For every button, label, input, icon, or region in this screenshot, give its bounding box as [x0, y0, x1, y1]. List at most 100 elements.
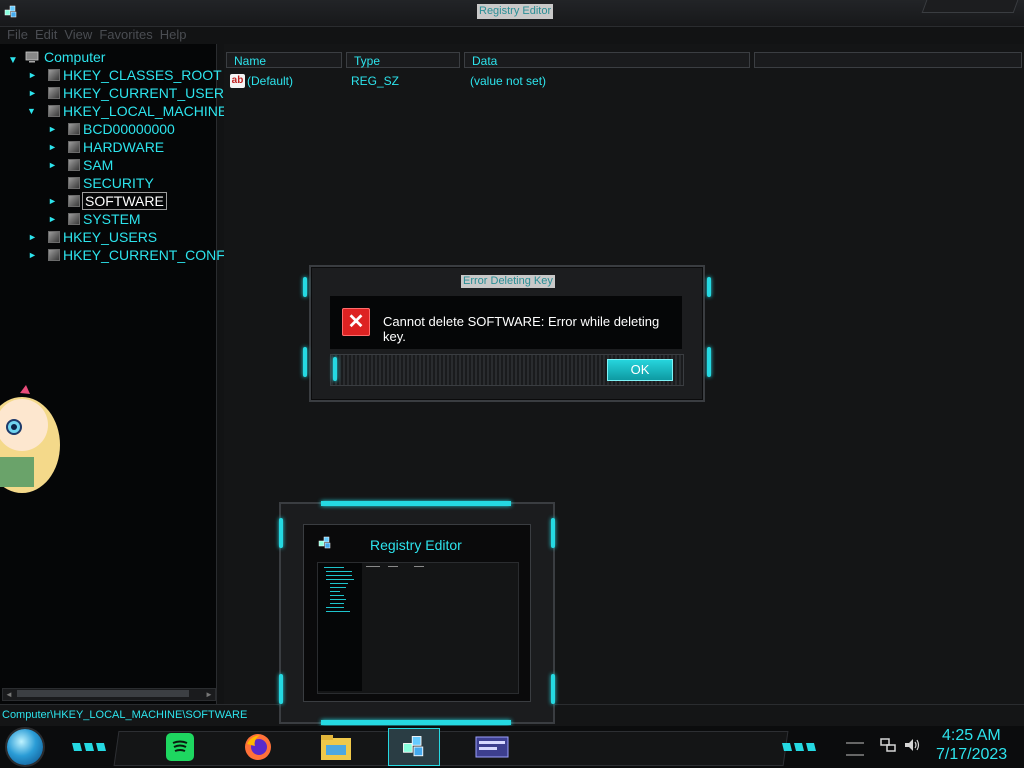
preview-line — [324, 567, 344, 568]
value-name[interactable]: (Default) — [247, 74, 293, 88]
tree-item-security[interactable]: SECURITY — [68, 175, 154, 192]
tree-label: SAM — [83, 157, 114, 173]
dialog-deco-strip — [707, 277, 711, 297]
taskbar — [0, 726, 1024, 768]
scrollbar-thumb[interactable] — [17, 690, 189, 697]
taskbar-firefox[interactable] — [236, 728, 280, 766]
clock-time[interactable]: 4:25 AM — [942, 727, 1001, 745]
tree-item-software[interactable]: ► SOFTWARE — [48, 192, 167, 210]
taskbar-system-info[interactable] — [470, 728, 514, 766]
tree-label: HARDWARE — [83, 139, 165, 155]
title-bar: Registry Editor — [0, 0, 1024, 27]
menu-bar: File Edit View Favorites Help — [0, 26, 224, 43]
preview-screenshot — [317, 562, 519, 694]
taskbar-deco-left — [72, 738, 112, 751]
taskbar-registry-editor-active[interactable] — [388, 728, 440, 766]
window-controls[interactable] — [921, 0, 1019, 13]
tree-item-computer[interactable]: ▼ Computer — [8, 49, 106, 66]
collapse-icon[interactable]: ▼ — [27, 103, 36, 120]
preview-line — [326, 579, 354, 580]
preview-line — [326, 611, 350, 612]
expand-icon[interactable]: ► — [48, 121, 57, 138]
tree-item-hkey-classes-root[interactable]: ► HKEY_CLASSES_ROOT — [28, 67, 222, 84]
registry-editor-icon[interactable] — [3, 4, 19, 20]
menu-file[interactable]: File — [7, 26, 28, 43]
expand-icon[interactable]: ► — [48, 139, 57, 156]
expand-icon[interactable]: ► — [48, 211, 57, 228]
expand-icon[interactable]: ► — [28, 85, 37, 102]
system-info-icon — [475, 736, 509, 758]
volume-icon[interactable] — [904, 738, 920, 752]
ok-button[interactable]: OK — [607, 359, 673, 381]
collapse-icon[interactable]: ▼ — [8, 52, 18, 66]
preview-deco-bottom — [321, 720, 511, 725]
tree-label: HKEY_CLASSES_ROOT — [63, 67, 222, 83]
tree-label: BCD00000000 — [83, 121, 175, 137]
preview-deco-strip — [551, 518, 555, 548]
folder-icon — [68, 213, 80, 225]
registry-editor-icon — [318, 536, 331, 549]
tree-label: HKEY_CURRENT_CONFI — [63, 247, 229, 263]
string-value-icon: ab — [230, 74, 245, 88]
preview-line — [326, 571, 352, 572]
taskbar-thumbnail-preview[interactable]: Registry Editor — [279, 501, 555, 725]
menu-view[interactable]: View — [64, 26, 92, 43]
preview-window[interactable]: Registry Editor — [303, 524, 531, 702]
column-header-name[interactable]: Name — [226, 52, 342, 68]
preview-line — [414, 566, 424, 567]
folder-icon — [68, 177, 80, 189]
tree-label: SECURITY — [83, 175, 154, 191]
scroll-right-icon[interactable]: ► — [203, 689, 215, 700]
menu-favorites[interactable]: Favorites — [99, 26, 152, 43]
value-type: REG_SZ — [351, 74, 400, 88]
folder-icon — [48, 87, 60, 99]
start-button[interactable] — [7, 729, 43, 765]
taskbar-spotify[interactable] — [158, 728, 202, 766]
expand-icon[interactable]: ► — [28, 229, 37, 246]
dialog-deco-strip — [303, 277, 307, 297]
tree-label: SYSTEM — [83, 211, 141, 227]
tree-item-hardware[interactable]: ► HARDWARE — [48, 139, 165, 156]
tree-item-bcd[interactable]: ► BCD00000000 — [48, 121, 175, 138]
preview-line — [326, 607, 344, 608]
tree-item-system[interactable]: ► SYSTEM — [48, 211, 141, 228]
folder-open-icon — [48, 105, 60, 117]
column-header-blank — [754, 52, 1022, 68]
scroll-left-icon[interactable]: ◄ — [3, 689, 15, 700]
column-header-type[interactable]: Type — [346, 52, 460, 68]
network-icon[interactable] — [880, 738, 896, 752]
preview-line — [326, 575, 352, 576]
tree-label: HKEY_CURRENT_USER — [63, 85, 225, 101]
preview-line — [388, 566, 398, 567]
column-header-data[interactable]: Data — [464, 52, 750, 68]
folder-icon — [68, 141, 80, 153]
spotify-icon — [166, 733, 194, 761]
tree-label: Computer — [44, 49, 106, 65]
taskbar-deco-right — [782, 738, 826, 751]
registry-tree[interactable]: ▼ Computer ► HKEY_CLASSES_ROOT ► HKEY_CU… — [0, 44, 229, 704]
expand-icon[interactable]: ► — [48, 157, 57, 174]
taskbar-app-strip — [113, 731, 789, 766]
preview-line — [330, 583, 348, 584]
show-hidden-icons-icon[interactable] — [846, 742, 864, 756]
tree-item-hkey-current-user[interactable]: ► HKEY_CURRENT_USER — [28, 85, 225, 102]
menu-help[interactable]: Help — [160, 26, 187, 43]
preview-deco-strip — [279, 518, 283, 548]
taskbar-file-explorer[interactable] — [314, 728, 358, 766]
clock-date[interactable]: 7/17/2023 — [936, 746, 1007, 764]
preview-line — [330, 591, 340, 592]
folder-icon — [48, 69, 60, 81]
tree-item-hkey-local-machine[interactable]: ▼ HKEY_LOCAL_MACHINE — [27, 103, 227, 120]
preview-line — [330, 587, 346, 588]
expand-icon[interactable]: ► — [48, 193, 57, 210]
preview-line — [330, 599, 346, 600]
tree-horizontal-scrollbar[interactable]: ◄ ► — [2, 688, 216, 701]
expand-icon[interactable]: ► — [28, 67, 37, 84]
tree-item-sam[interactable]: ► SAM — [48, 157, 114, 174]
preview-line — [330, 595, 344, 596]
menu-edit[interactable]: Edit — [35, 26, 57, 43]
tree-item-hkey-users[interactable]: ► HKEY_USERS — [28, 229, 157, 246]
file-explorer-icon — [321, 735, 351, 760]
expand-icon[interactable]: ► — [28, 247, 37, 264]
tree-item-hkey-current-config[interactable]: ► HKEY_CURRENT_CONFI — [28, 247, 229, 264]
